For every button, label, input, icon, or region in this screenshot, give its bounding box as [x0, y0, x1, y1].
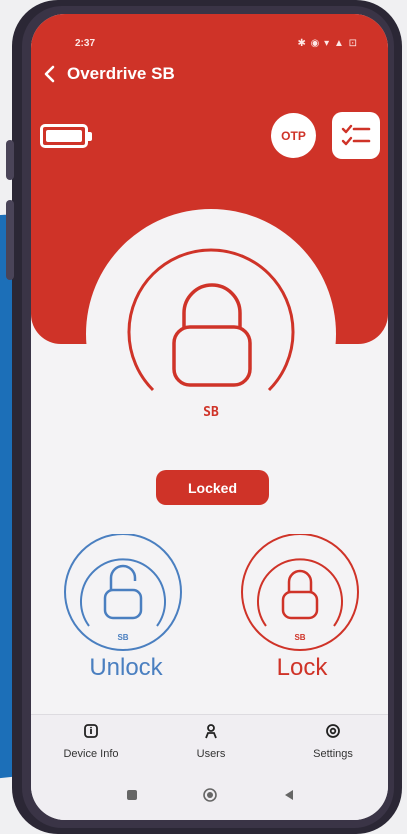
nav-item-settings[interactable]: Settings [283, 723, 383, 760]
battery-fill [46, 130, 82, 142]
checklist-icon [341, 124, 371, 145]
padlock-closed-icon [127, 248, 295, 392]
back-button[interactable] [39, 63, 61, 85]
status-badge: Locked [156, 470, 269, 505]
unlock-button[interactable]: SB Unlock [61, 533, 191, 714]
bottom-nav: Device Info Users Settings [31, 714, 388, 773]
nav-label-users: Users [196, 748, 226, 760]
brand-mark: SB [203, 405, 219, 420]
status-icons: ✱ ◉ ▾ ▲ ⊡ [297, 38, 358, 49]
unlock-brand-mark: SB [117, 633, 129, 642]
volume-down-button [6, 200, 14, 280]
nav-item-users[interactable]: Users [161, 723, 261, 760]
back-triangle-icon[interactable] [282, 788, 296, 802]
lock-button[interactable]: SB Lock [237, 533, 367, 714]
nav-item-device-info[interactable]: Device Info [41, 723, 141, 760]
battery-indicator [40, 124, 92, 148]
page-title: Overdrive SB [67, 64, 175, 83]
lock-label: Lock [276, 654, 328, 681]
nav-label-device-info: Device Info [63, 748, 119, 760]
user-icon [205, 724, 217, 739]
otp-button[interactable]: OTP [271, 113, 316, 158]
home-icon[interactable] [202, 788, 218, 804]
settings-icon [326, 724, 340, 738]
status-time: 2:37 [75, 38, 96, 49]
lock-status-indicator: SB [86, 209, 336, 459]
top-app-bar: Overdrive SB [31, 60, 388, 90]
status-bar: 2:37 ✱ ◉ ▾ ▲ ⊡ [31, 38, 388, 54]
lock-brand-mark: SB [294, 633, 306, 642]
phone-screen: 2:37 ✱ ◉ ▾ ▲ ⊡ Overdrive SB OTP SB Locke… [31, 14, 388, 820]
nav-label-settings: Settings [313, 748, 353, 760]
checklist-button[interactable] [332, 112, 380, 159]
chevron-left-icon [44, 65, 55, 83]
recent-apps-icon[interactable] [125, 788, 139, 802]
system-nav-bar [31, 772, 388, 820]
unlock-label: Unlock [89, 654, 163, 681]
info-icon [84, 724, 98, 738]
volume-up-button [6, 140, 14, 180]
